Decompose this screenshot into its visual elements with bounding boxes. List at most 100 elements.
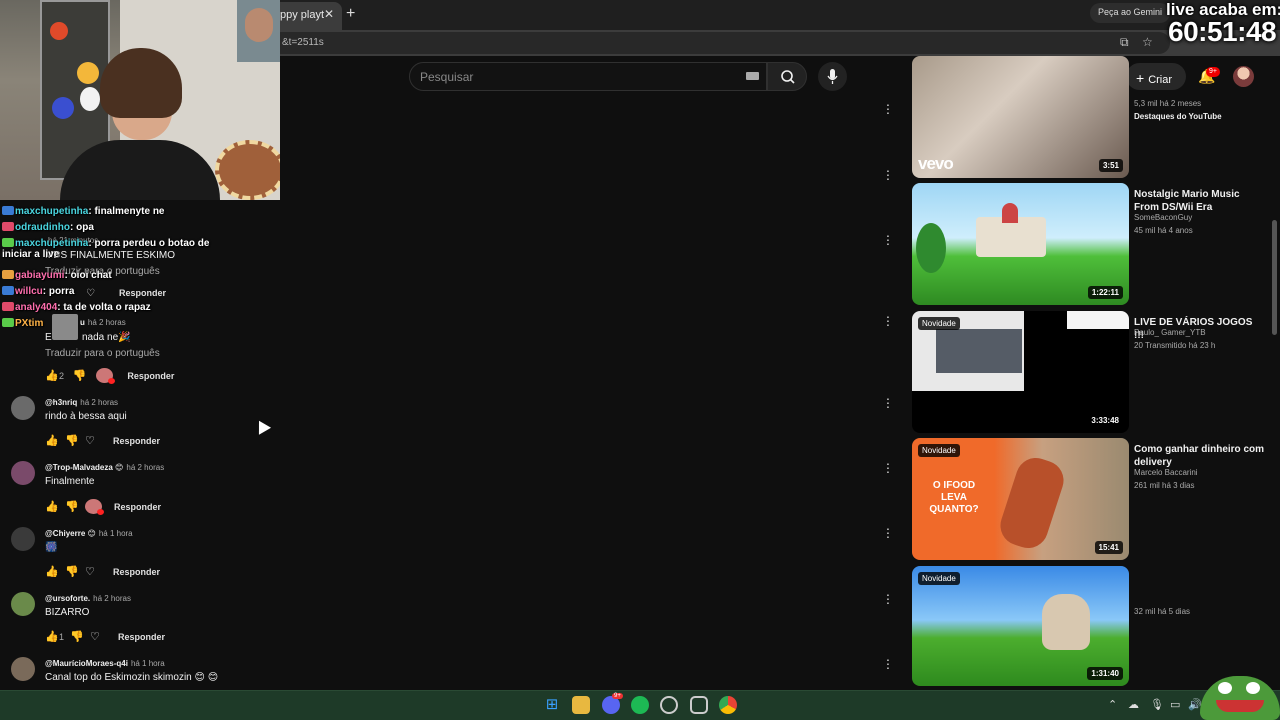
dislike-icon[interactable]: 👎	[73, 369, 93, 382]
video-thumbnail[interactable]: O IFOOD LEVA QUANTO? Novidade 15:41	[912, 438, 1129, 560]
related-video-card[interactable]: Novidade 1:31:40 32 mil há 5 dias	[912, 566, 1272, 688]
video-channel[interactable]: Destaques do YouTube	[1134, 112, 1222, 121]
comment-text: Finalmente	[45, 476, 95, 487]
dislike-icon[interactable]: 👎	[65, 565, 85, 578]
chat-username: maxchupetinha	[15, 238, 89, 249]
video-thumbnail[interactable]: 1:22:11	[912, 183, 1129, 305]
install-app-icon[interactable]: ⧉	[1120, 35, 1129, 50]
more-actions-icon[interactable]: · · ·	[884, 652, 892, 674]
windows-start-icon[interactable]: ⊞	[543, 696, 561, 714]
chat-message: analy404: ta de volta o rapaz	[2, 302, 151, 313]
more-actions-icon[interactable]: · · ·	[884, 521, 892, 543]
comment-header: @h3nriq há 2 horas	[45, 398, 118, 407]
comment-avatar[interactable]	[11, 592, 35, 616]
chat-username: odraudinho	[15, 222, 70, 233]
more-actions-icon[interactable]: · · ·	[884, 391, 892, 413]
more-actions-icon[interactable]: · · ·	[884, 587, 892, 609]
video-meta: 261 mil há 3 dias	[1134, 481, 1195, 490]
cat-image	[1042, 594, 1090, 650]
video-channel[interactable]: SomeBaconGuy	[1134, 213, 1192, 222]
more-actions-icon[interactable]: · · ·	[884, 228, 892, 250]
comment-username[interactable]: @Chiyerre 😊	[45, 529, 96, 538]
translate-link[interactable]: Traduzir para o português	[45, 348, 160, 359]
comment-avatar[interactable]	[11, 396, 35, 420]
comment-username[interactable]: @Trop-Malvadeza 😊	[45, 463, 123, 472]
new-tab-icon[interactable]: +	[346, 5, 355, 23]
reply-button[interactable]: Responder	[127, 371, 174, 381]
page-scrollbar-thumb[interactable]	[1272, 220, 1277, 335]
comment-time[interactable]: há 1 hora	[131, 659, 165, 668]
creator-heart-icon	[85, 499, 104, 515]
related-video-card[interactable]: 1:22:11 Nostalgic Mario Music From DS/Wi…	[912, 183, 1272, 305]
comment-time[interactable]: há 2 horas	[80, 398, 118, 407]
chrome-icon[interactable]	[719, 696, 737, 714]
app-icon[interactable]	[690, 696, 708, 714]
video-duration: 1:22:11	[1087, 286, 1123, 299]
obs-icon[interactable]	[660, 696, 678, 714]
comment-time[interactable]: há 2 horas	[93, 594, 131, 603]
video-thumbnail[interactable]: vevo 3:51	[912, 56, 1129, 178]
heart-icon[interactable]: ♡	[85, 565, 105, 578]
more-actions-icon[interactable]: · · ·	[884, 456, 892, 478]
heart-icon[interactable]: ♡	[90, 630, 110, 643]
network-icon[interactable]: ▭	[1170, 698, 1180, 711]
comment-header: @ursoforte. há 2 horas	[45, 594, 131, 603]
comment-username[interactable]: @h3nriq	[45, 398, 77, 407]
search-button[interactable]	[767, 62, 807, 91]
comment-username[interactable]: @MaurícioMoraes-q4i	[45, 659, 128, 668]
chat-badge-icon	[2, 318, 14, 327]
more-actions-icon[interactable]: · · ·	[884, 97, 892, 119]
chat-text: : finalmenyte ne	[88, 206, 165, 217]
comment-avatar[interactable]	[52, 314, 78, 340]
dislike-icon[interactable]: 👎	[70, 630, 90, 643]
voice-search-button[interactable]	[818, 62, 847, 91]
cloud-icon[interactable]: ☁	[1128, 698, 1139, 711]
video-channel[interactable]: Paulo_ Gamer_YTB	[1134, 328, 1206, 337]
comment-avatar[interactable]	[11, 527, 35, 551]
microphone-tray-icon[interactable]: 🎙	[1150, 698, 1164, 711]
close-tab-icon[interactable]: ✕	[324, 7, 334, 21]
file-explorer-icon[interactable]	[572, 696, 590, 714]
streamer-hair	[100, 48, 182, 118]
reply-button[interactable]: Responder	[113, 436, 160, 446]
chat-message: maxchupetinha: finalmenyte ne	[2, 206, 165, 217]
video-channel[interactable]: Marcelo Baccarini	[1134, 468, 1198, 477]
castle-tower	[1002, 203, 1018, 223]
related-video-card[interactable]: Novidade 3:33:48 LIVE DE VÁRIOS JOGOS !!…	[912, 311, 1272, 433]
like-icon[interactable]: 👍	[45, 565, 65, 578]
vevo-logo: vevo	[918, 154, 954, 173]
gemini-button[interactable]: Peça ao Gemini	[1090, 3, 1171, 23]
video-title[interactable]: Nostalgic Mario Music From DS/Wii Era	[1134, 188, 1264, 214]
related-video-card[interactable]: vevo 3:51 5,3 mil há 2 meses Destaques d…	[912, 56, 1272, 178]
bookmark-star-icon[interactable]: ☆	[1142, 35, 1153, 49]
more-actions-icon[interactable]: · · ·	[884, 163, 892, 185]
dislike-icon[interactable]: 👎	[65, 434, 85, 447]
comment-time[interactable]: há 2 horas	[126, 463, 164, 472]
more-actions-icon[interactable]: · · ·	[884, 309, 892, 331]
reply-button[interactable]: Responder	[119, 288, 166, 298]
keyboard-icon[interactable]	[746, 72, 759, 80]
new-badge: Novidade	[918, 317, 960, 330]
like-icon[interactable]: 👍	[45, 500, 65, 513]
comment-avatar[interactable]	[11, 657, 35, 681]
comment-time[interactable]: há 1 hora	[99, 529, 133, 538]
comment-username[interactable]: @ursoforte.	[45, 594, 90, 603]
comment-text: 🎆	[45, 542, 58, 553]
video-title[interactable]: Como ganhar dinheiro com delivery	[1134, 443, 1264, 469]
like-icon[interactable]: 👍	[45, 434, 65, 447]
related-video-card[interactable]: O IFOOD LEVA QUANTO? Novidade 15:41 Como…	[912, 438, 1272, 560]
comment-avatar[interactable]	[11, 461, 35, 485]
reply-button[interactable]: Responder	[113, 567, 160, 577]
dislike-icon[interactable]: 👎	[65, 500, 85, 513]
chat-badge-icon	[2, 238, 14, 247]
video-thumbnail[interactable]: Novidade 1:31:40	[912, 566, 1129, 686]
reply-button[interactable]: Responder	[118, 632, 165, 642]
reply-button[interactable]: Responder	[114, 502, 161, 512]
heart-icon[interactable]: ♡	[86, 288, 95, 299]
spotify-icon[interactable]	[631, 696, 649, 714]
url-field[interactable]	[270, 32, 1170, 54]
tray-chevron-icon[interactable]: ⌃	[1108, 698, 1117, 711]
video-thumbnail[interactable]: Novidade 3:33:48	[912, 311, 1129, 433]
video-duration: 3:33:48	[1087, 414, 1123, 427]
heart-icon[interactable]: ♡	[85, 434, 105, 447]
